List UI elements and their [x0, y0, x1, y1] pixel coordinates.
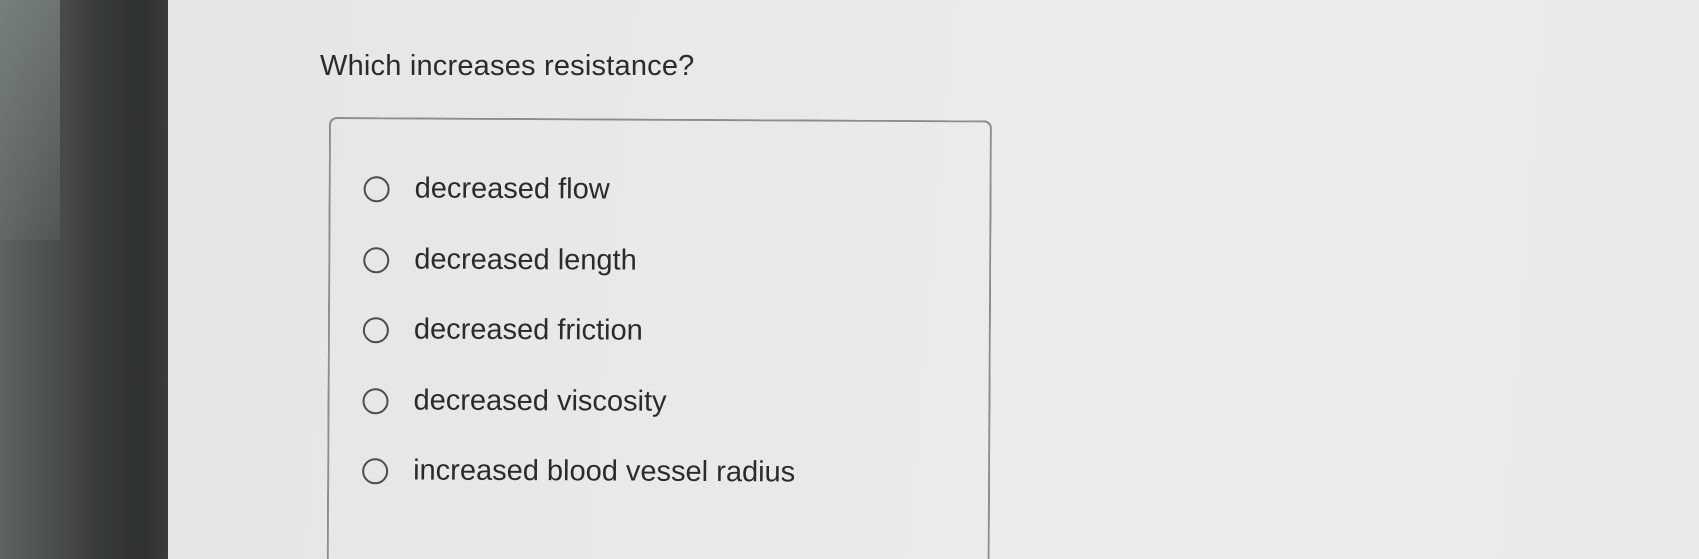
answer-options-box: decreased flow decreased length decrease… [326, 117, 992, 559]
option-decreased-viscosity[interactable]: decreased viscosity [362, 384, 667, 419]
monitor-bezel [0, 0, 170, 559]
radio-button[interactable] [363, 175, 390, 202]
question-text: Which increases resistance? [320, 50, 695, 82]
radio-button[interactable] [362, 316, 389, 343]
option-label: increased blood vessel radius [413, 454, 796, 489]
option-label: decreased flow [414, 172, 610, 206]
option-decreased-friction[interactable]: decreased friction [362, 313, 643, 347]
option-decreased-length[interactable]: decreased length [363, 243, 637, 277]
option-label: decreased friction [413, 313, 643, 347]
radio-button[interactable] [363, 246, 390, 273]
option-decreased-flow[interactable]: decreased flow [363, 172, 610, 206]
option-increased-blood-vessel-radius[interactable]: increased blood vessel radius [362, 454, 795, 489]
option-label: decreased length [414, 243, 637, 277]
option-label: decreased viscosity [413, 384, 667, 418]
radio-button[interactable] [362, 457, 389, 484]
radio-button[interactable] [362, 387, 389, 414]
